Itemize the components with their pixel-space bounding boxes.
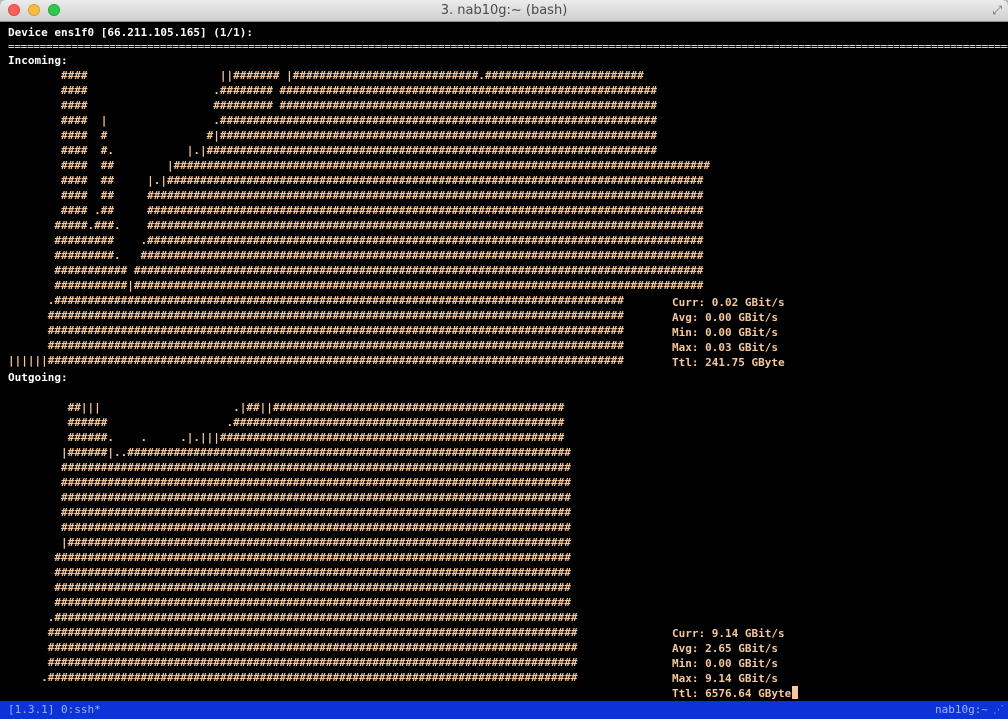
- incoming-graph-row: #### # #|###############################…: [8, 129, 658, 142]
- outgoing-graph-row: ######. . .|.|||########################…: [8, 431, 565, 444]
- outgoing-graph-row: ########################################…: [8, 626, 578, 639]
- incoming-graph-row: ########################################…: [8, 309, 624, 322]
- incoming-graph-row: .#######################################…: [8, 294, 624, 307]
- incoming-graph-row: #########. #############################…: [8, 249, 704, 262]
- outgoing-label: Outgoing:: [8, 371, 68, 384]
- tmux-window-list[interactable]: [1.3.1] 0:ssh*: [8, 701, 101, 719]
- incoming-min: Min: 0.00 GBit/s: [672, 326, 778, 339]
- incoming-graph-row: #### | .################################…: [8, 114, 658, 127]
- outgoing-graph-row: ########################################…: [8, 551, 571, 564]
- incoming-graph-row: ########################################…: [8, 324, 624, 337]
- tmux-status-bar: [1.3.1] 0:ssh* nab10g:~ ⋰: [0, 701, 1008, 719]
- incoming-graph-row: #### #. |.|#############################…: [8, 144, 658, 157]
- device-header: Device ens1f0 [66.211.105.165] (1/1):: [8, 26, 254, 39]
- outgoing-avg: Avg: 2.65 GBit/s: [672, 642, 778, 655]
- incoming-graph-row: #### ## ################################…: [8, 189, 704, 202]
- incoming-graph-row: ########### ############################…: [8, 264, 704, 277]
- incoming-max: Max: 0.03 GBit/s: [672, 341, 778, 354]
- outgoing-graph-row: ########################################…: [8, 506, 571, 519]
- outgoing-graph-row: ########################################…: [8, 521, 571, 534]
- outgoing-graph-row: ##||| .|##||############################…: [8, 401, 565, 414]
- outgoing-graph-row: ########################################…: [8, 581, 571, 594]
- incoming-avg: Avg: 0.00 GBit/s: [672, 311, 778, 324]
- outgoing-graph-row: |######|..##############################…: [8, 446, 571, 459]
- incoming-graph-row: ########################################…: [8, 339, 624, 352]
- outgoing-graph-row: ########################################…: [8, 491, 571, 504]
- incoming-ttl: Ttl: 241.75 GByte: [672, 356, 785, 369]
- outgoing-ttl: Ttl: 6576.64 GByte: [672, 687, 792, 700]
- separator-line: ========================================…: [8, 40, 1008, 53]
- incoming-graph-row: #####.###. #############################…: [8, 219, 704, 232]
- incoming-graph-row: #### ######### #########################…: [8, 99, 658, 112]
- incoming-graph-row: #### ## |.|#############################…: [8, 174, 704, 187]
- outgoing-graph-row: ########################################…: [8, 461, 571, 474]
- outgoing-graph-row: |#######################################…: [8, 536, 571, 549]
- incoming-graph-row: ||||||##################################…: [8, 354, 624, 367]
- outgoing-graph-row: ###### .################################…: [8, 416, 565, 429]
- incoming-graph-row: ###########|############################…: [8, 279, 704, 292]
- outgoing-graph-row: ########################################…: [8, 596, 571, 609]
- outgoing-curr: Curr: 9.14 GBit/s: [672, 627, 785, 640]
- terminal-output[interactable]: Device ens1f0 [66.211.105.165] (1/1): ==…: [0, 22, 1008, 701]
- outgoing-graph-row: ########################################…: [8, 476, 571, 489]
- fullscreen-icon[interactable]: ⤢: [992, 3, 1002, 18]
- incoming-label: Incoming:: [8, 54, 68, 67]
- resize-handle-icon[interactable]: ⋰: [993, 701, 1004, 719]
- text-cursor: [792, 686, 799, 699]
- outgoing-graph-row: .#######################################…: [8, 611, 578, 624]
- outgoing-min: Min: 0.00 GBit/s: [672, 657, 778, 670]
- terminal-window: 3. nab10g:~ (bash) ⤢ Device ens1f0 [66.2…: [0, 0, 1008, 719]
- incoming-graph-row: #### ## |###############################…: [8, 159, 710, 172]
- incoming-curr: Curr: 0.02 GBit/s: [672, 296, 785, 309]
- incoming-graph-row: #### .## ###############################…: [8, 204, 704, 217]
- outgoing-ttl-row: Ttl: 6576.64 GByte: [672, 686, 799, 701]
- outgoing-max: Max: 9.14 GBit/s: [672, 672, 778, 685]
- incoming-graph-row: ######### .#############################…: [8, 234, 704, 247]
- outgoing-graph-row: ########################################…: [8, 641, 578, 654]
- incoming-graph-row: #### ||####### |########################…: [8, 69, 644, 82]
- outgoing-graph-row: ########################################…: [8, 656, 578, 669]
- outgoing-graph-row: ########################################…: [8, 566, 571, 579]
- tmux-host: nab10g:~: [935, 703, 988, 716]
- incoming-graph-row: #### .######## #########################…: [8, 84, 658, 97]
- title-bar[interactable]: 3. nab10g:~ (bash) ⤢: [0, 0, 1008, 22]
- outgoing-graph-row: .#######################################…: [8, 671, 578, 684]
- window-title: 3. nab10g:~ (bash): [440, 3, 568, 18]
